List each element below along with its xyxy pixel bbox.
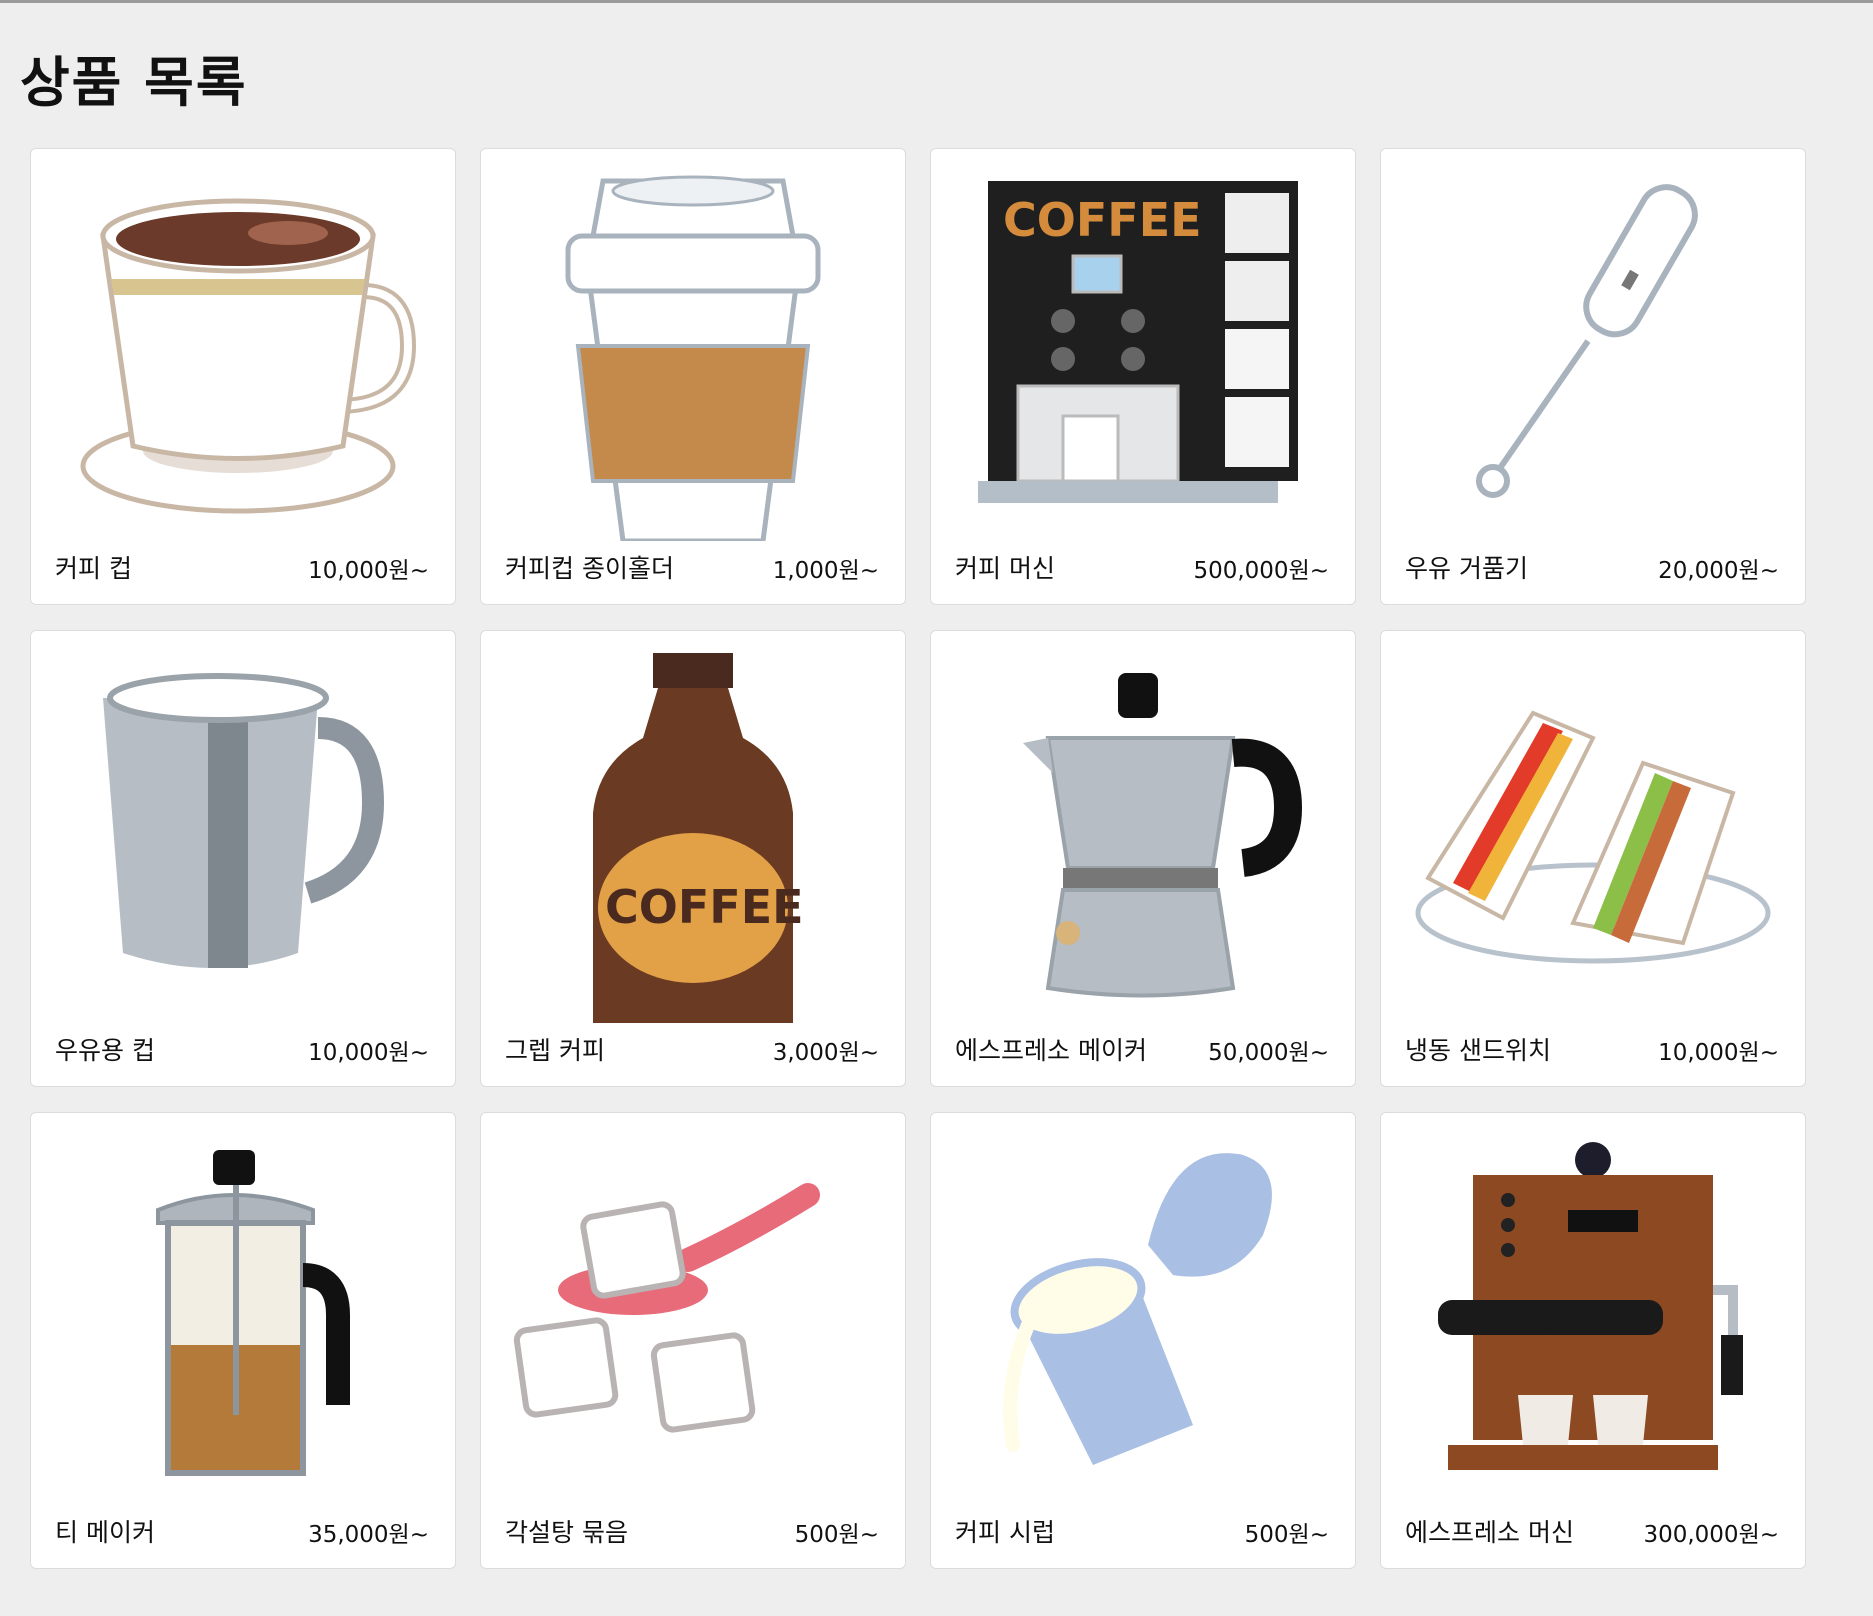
product-card[interactable]: 커피 시럽 500원~ bbox=[930, 1112, 1356, 1569]
product-price: 10,000원~ bbox=[308, 1040, 429, 1066]
product-name: 냉동 샌드위치 bbox=[1405, 1036, 1551, 1065]
product-name: 커피컵 종이홀더 bbox=[505, 554, 674, 583]
product-card[interactable]: COFFEE 그렙 커피 3,000원~ bbox=[480, 630, 906, 1087]
product-price: 3,000원~ bbox=[772, 1040, 879, 1066]
product-name: 우유 거품기 bbox=[1405, 554, 1528, 583]
product-card[interactable]: 커피컵 종이홀더 1,000원~ bbox=[480, 148, 906, 605]
product-name: 우유용 컵 bbox=[55, 1036, 155, 1065]
product-name: 그렙 커피 bbox=[505, 1036, 605, 1065]
french-press-icon bbox=[43, 1125, 443, 1505]
product-name: 커피 머신 bbox=[955, 554, 1055, 583]
product-card[interactable]: 각설탕 묶음 500원~ bbox=[480, 1112, 906, 1569]
product-price: 500원~ bbox=[794, 1522, 879, 1548]
product-name: 에스프레소 메이커 bbox=[955, 1036, 1147, 1065]
machine-label: COFFEE bbox=[1003, 193, 1202, 247]
product-card[interactable]: 우유 거품기 20,000원~ bbox=[1380, 148, 1806, 605]
product-card[interactable]: 커피 컵 10,000원~ bbox=[30, 148, 456, 605]
coffee-bottle-icon: COFFEE bbox=[493, 643, 893, 1023]
product-card[interactable]: 냉동 샌드위치 10,000원~ bbox=[1380, 630, 1806, 1087]
product-price: 10,000원~ bbox=[308, 558, 429, 584]
milk-frother-icon bbox=[1393, 161, 1793, 541]
product-name: 커피 시럽 bbox=[955, 1518, 1055, 1547]
product-price: 50,000원~ bbox=[1208, 1040, 1329, 1066]
product-card[interactable]: 에스프레소 메이커 50,000원~ bbox=[930, 630, 1356, 1087]
product-price: 300,000원~ bbox=[1643, 1522, 1779, 1548]
product-price: 500,000원~ bbox=[1193, 558, 1329, 584]
product-price: 20,000원~ bbox=[1658, 558, 1779, 584]
product-name: 각설탕 묶음 bbox=[505, 1518, 628, 1547]
coffee-cup-icon bbox=[43, 161, 443, 541]
product-name: 에스프레소 머신 bbox=[1405, 1518, 1574, 1547]
product-price: 500원~ bbox=[1244, 1522, 1329, 1548]
top-border bbox=[0, 0, 1873, 3]
product-card[interactable]: 티 메이커 35,000원~ bbox=[30, 1112, 456, 1569]
product-card[interactable]: 에스프레소 머신 300,000원~ bbox=[1380, 1112, 1806, 1569]
product-price: 35,000원~ bbox=[308, 1522, 429, 1548]
milk-pitcher-icon bbox=[43, 643, 443, 1023]
product-price: 10,000원~ bbox=[1658, 1040, 1779, 1066]
bottle-label: COFFEE bbox=[605, 880, 804, 934]
product-card[interactable]: COFFEE 커피 머신 500,000원~ bbox=[930, 148, 1356, 605]
page-title: 상품 목록 bbox=[20, 51, 248, 114]
product-grid: 커피 컵 10,000원~ 커피컵 종이홀더 1,000원~ COFFEE 커피… bbox=[30, 148, 1806, 1569]
product-name: 티 메이커 bbox=[55, 1518, 155, 1547]
sugar-cubes-icon bbox=[493, 1125, 893, 1505]
sandwich-icon bbox=[1393, 643, 1793, 1023]
espresso-machine-icon bbox=[1393, 1125, 1793, 1505]
product-card[interactable]: 우유용 컵 10,000원~ bbox=[30, 630, 456, 1087]
moka-pot-icon bbox=[943, 643, 1343, 1023]
coffee-machine-icon: COFFEE bbox=[943, 161, 1343, 541]
coffee-creamer-icon bbox=[943, 1125, 1343, 1505]
product-price: 1,000원~ bbox=[772, 558, 879, 584]
product-name: 커피 컵 bbox=[55, 554, 132, 583]
paper-cup-holder-icon bbox=[493, 161, 893, 541]
